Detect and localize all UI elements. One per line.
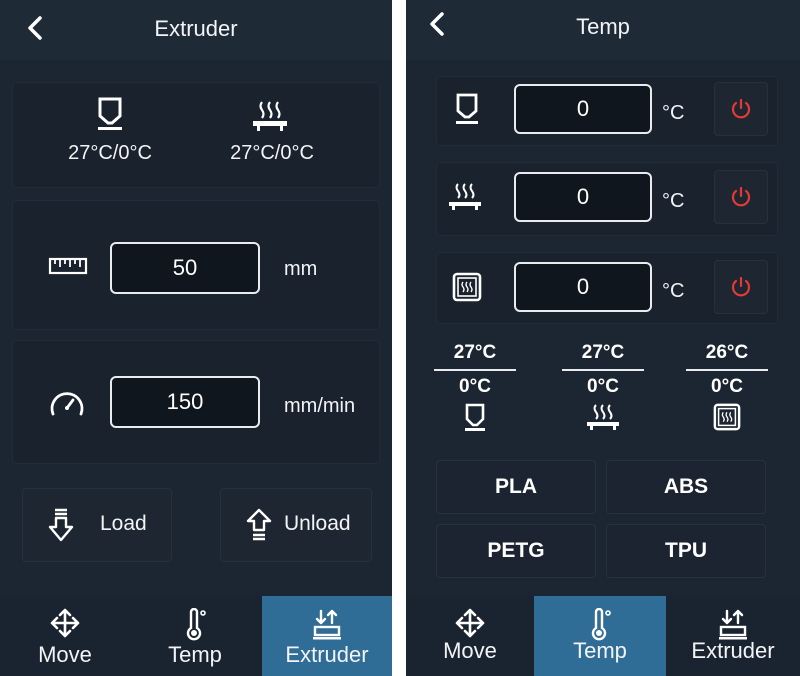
chamber-current-temp: 26°C	[705, 342, 749, 363]
preset-pla-label: PLA	[495, 475, 537, 498]
bottom-navigation: Move Temp Extruder	[406, 596, 800, 676]
nav-temp-label: Temp	[573, 638, 627, 663]
preset-petg-button[interactable]: PETG	[436, 524, 596, 578]
extrude-length-panel: mm	[12, 200, 380, 330]
divider	[434, 369, 516, 371]
nav-move-label: Move	[38, 642, 92, 667]
preset-pla-button[interactable]: PLA	[436, 460, 596, 514]
chamber-heater-icon	[452, 272, 482, 302]
heated-bed-icon	[253, 101, 287, 131]
ruler-icon	[48, 257, 88, 275]
nav-move-label: Move	[443, 638, 497, 663]
nav-move[interactable]: Move	[406, 596, 534, 676]
nozzle-power-button[interactable]	[714, 82, 768, 136]
length-unit: mm	[284, 258, 318, 280]
extruder-screen: Extruder 27°C/0°C 27°C/0°C mm	[0, 0, 392, 676]
speed-gauge-icon	[50, 392, 84, 416]
extrude-speed-panel: mm/min	[12, 340, 380, 464]
header: Extruder	[0, 0, 392, 60]
bed-target-temp: 0°C	[587, 376, 619, 397]
bed-current-temp: 27°C	[581, 342, 625, 363]
preset-abs-button[interactable]: ABS	[606, 460, 766, 514]
unload-button[interactable]: Unload	[220, 488, 372, 562]
nav-extruder-label: Extruder	[691, 638, 775, 663]
nozzle-temperature: 27°C/0°C	[68, 142, 152, 164]
nozzle-target-input[interactable]	[514, 84, 652, 134]
preset-tpu-label: TPU	[665, 539, 707, 562]
chamber-unit: °C	[662, 280, 685, 302]
thermometer-icon	[186, 608, 206, 641]
nav-extruder-label: Extruder	[285, 642, 369, 667]
unload-label: Unload	[284, 512, 351, 535]
chamber-power-button[interactable]	[714, 260, 768, 314]
nozzle-status: 27°C 0°C	[430, 340, 520, 438]
power-icon	[731, 276, 751, 297]
nav-move[interactable]: Move	[0, 596, 130, 676]
move-arrows-icon	[50, 608, 80, 638]
chamber-target-input[interactable]	[514, 262, 652, 312]
nozzle-target-temp: 0°C	[459, 376, 491, 397]
chamber-status: 26°C 0°C	[682, 340, 772, 436]
bed-unit: °C	[662, 190, 685, 212]
load-button[interactable]: Load	[22, 488, 172, 562]
nav-extruder[interactable]: Extruder	[262, 596, 392, 676]
preset-tpu-button[interactable]: TPU	[606, 524, 766, 578]
preset-petg-label: PETG	[487, 539, 545, 562]
power-icon	[731, 186, 751, 207]
bed-target-input[interactable]	[514, 172, 652, 222]
unload-arrow-up-icon	[246, 508, 272, 541]
extruder-icon	[313, 609, 341, 640]
nozzle-unit: °C	[662, 102, 685, 124]
nozzle-icon	[98, 97, 122, 130]
extruder-icon	[719, 609, 747, 640]
bed-temperature: 27°C/0°C	[230, 142, 314, 164]
temperature-screen: Temp °C °C °C	[406, 0, 800, 676]
divider	[686, 369, 768, 371]
nozzle-current-temp: 27°C	[453, 342, 497, 363]
nozzle-icon	[465, 403, 485, 431]
nav-temp[interactable]: Temp	[130, 596, 260, 676]
preset-abs-label: ABS	[663, 475, 709, 498]
nozzle-icon	[456, 93, 478, 124]
thermometer-icon	[591, 608, 611, 641]
chamber-heater-icon	[713, 403, 741, 431]
page-title: Extruder	[154, 16, 238, 41]
load-arrow-down-icon	[48, 508, 74, 542]
header: Temp	[406, 0, 800, 60]
speed-unit: mm/min	[284, 395, 356, 417]
bed-power-button[interactable]	[714, 170, 768, 224]
nav-temp[interactable]: Temp	[534, 596, 666, 676]
bed-status: 27°C 0°C	[558, 340, 648, 436]
load-label: Load	[100, 512, 147, 535]
chamber-target-temp: 0°C	[711, 376, 743, 397]
divider	[562, 369, 644, 371]
temperature-status-panel: 27°C/0°C 27°C/0°C	[12, 82, 380, 188]
extrude-length-input[interactable]	[110, 242, 260, 294]
heated-bed-icon	[449, 183, 481, 210]
nav-temp-label: Temp	[168, 642, 222, 667]
nav-extruder[interactable]: Extruder	[666, 596, 800, 676]
move-arrows-icon	[455, 608, 485, 638]
power-icon	[731, 98, 751, 119]
extrude-speed-input[interactable]	[110, 376, 260, 428]
page-title: Temp	[576, 14, 630, 39]
heated-bed-icon	[587, 404, 619, 430]
bottom-navigation: Move Temp Extruder	[0, 596, 392, 676]
